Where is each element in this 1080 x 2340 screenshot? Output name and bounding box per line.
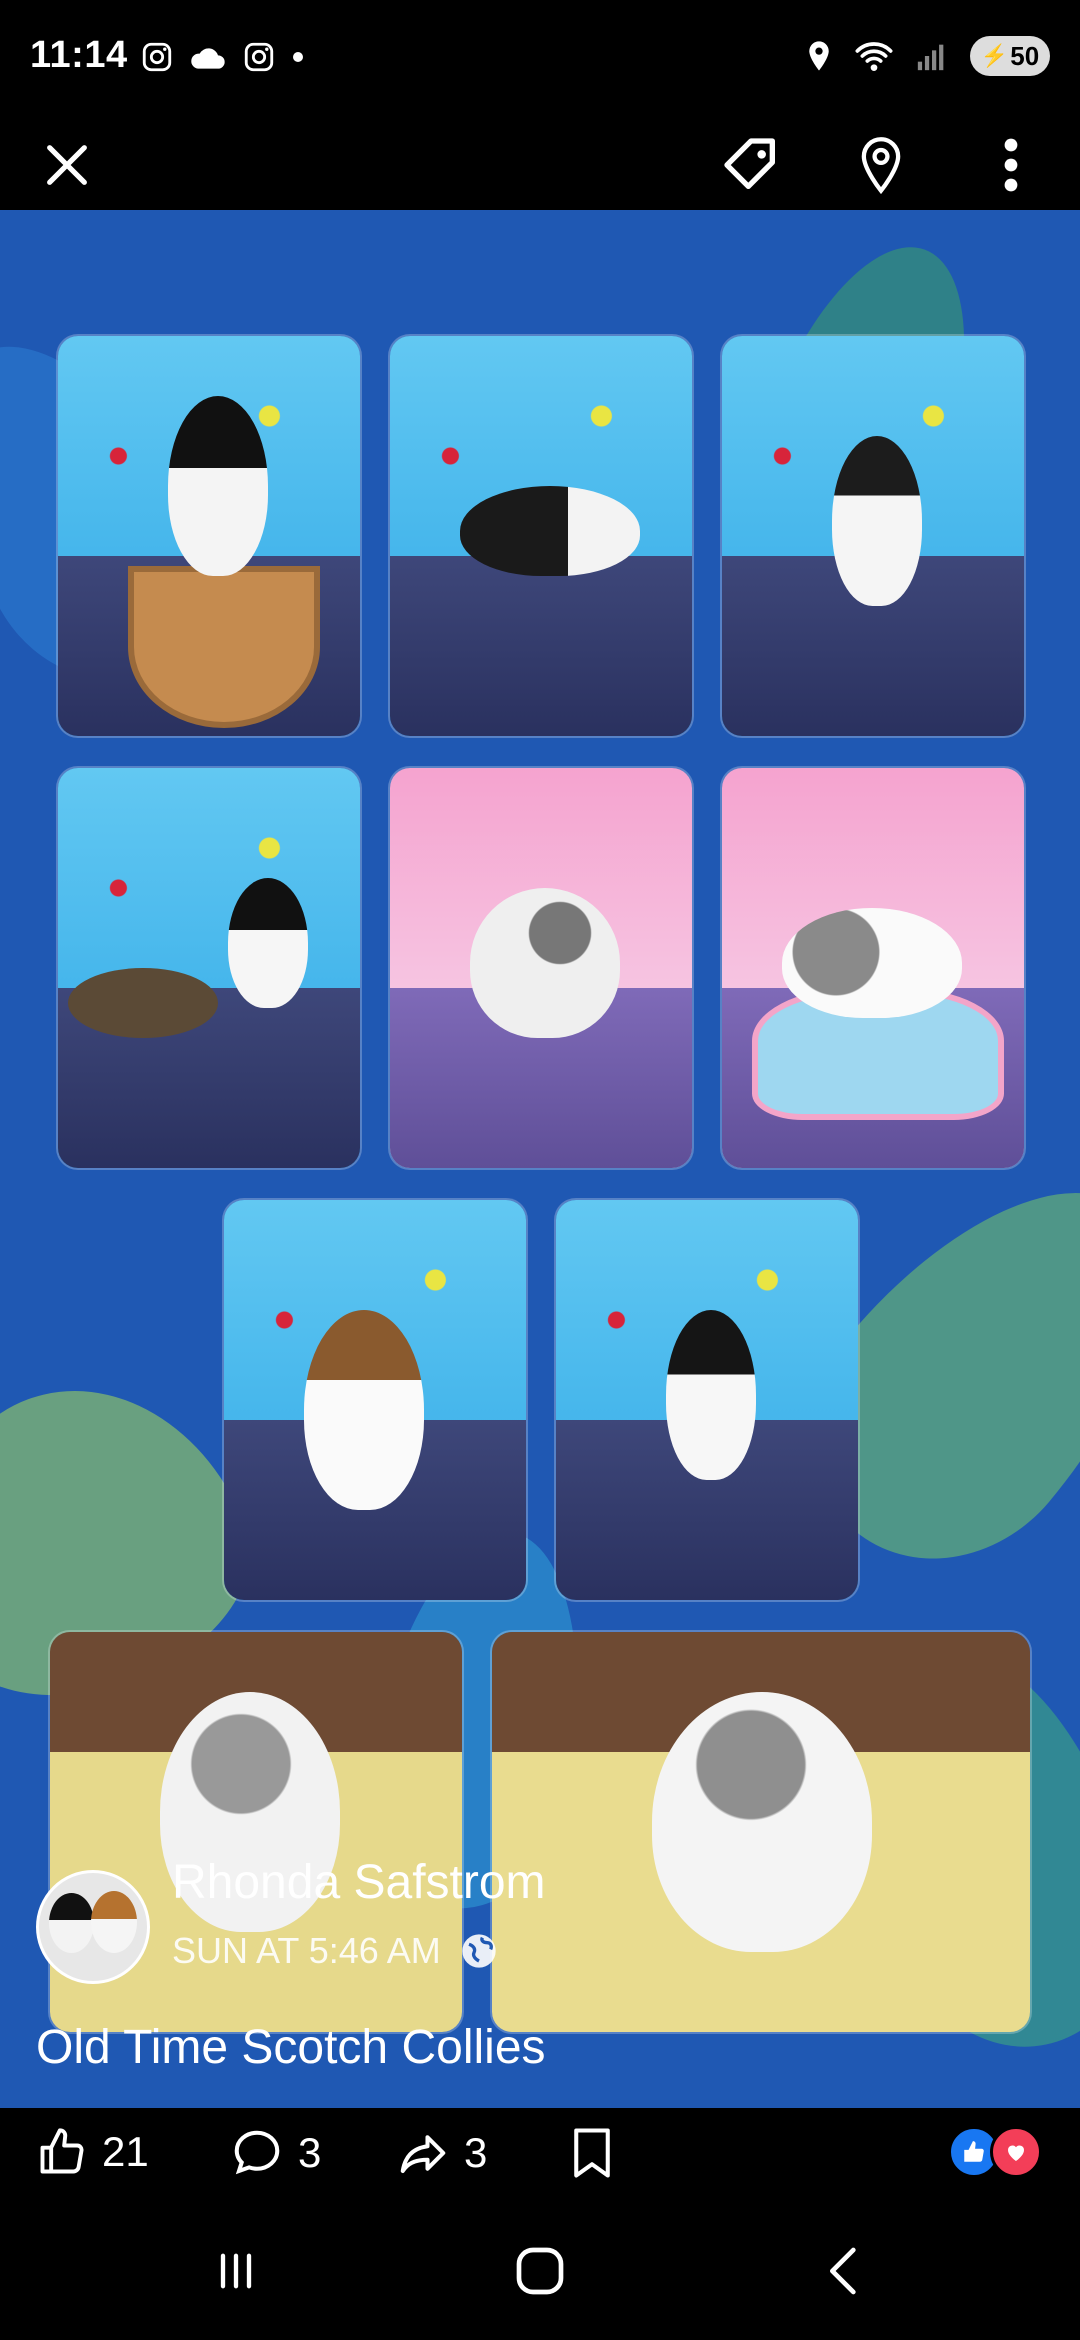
system-nav-bar [0,2198,1080,2340]
back-button[interactable] [804,2236,884,2306]
battery-icon: ⚡ 50 [970,36,1050,76]
globe-icon [462,1934,496,1968]
share-button[interactable]: 3 [396,2126,487,2180]
like-icon [40,2128,84,2174]
more-options-button[interactable] [976,130,1046,200]
dot-icon [293,52,303,62]
like-button[interactable]: 21 [36,2126,149,2178]
signal-icon [917,44,944,71]
puppy-photo-10 [492,1632,1030,2032]
cloud-icon [191,48,225,69]
post-caption: Old Time Scotch Collies [36,2021,546,2074]
like-count: 21 [102,2128,149,2175]
comment-icon [234,2130,280,2175]
love-reaction-icon [990,2126,1042,2178]
home-icon [516,2247,564,2295]
location-button[interactable] [846,130,916,200]
tag-icon [724,138,775,189]
reactions-summary[interactable] [948,2126,1042,2178]
avatar[interactable] [36,1870,150,1984]
puppy-photo-5 [390,768,692,1168]
share-icon [400,2135,446,2174]
post-photo[interactable] [0,210,1080,2130]
instagram-icon [142,42,172,72]
puppy-photo-4 [58,768,360,1168]
save-button[interactable] [568,2126,616,2180]
location-icon [809,41,829,71]
back-icon [829,2247,856,2295]
puppy-photo-6 [722,768,1024,1168]
recent-apps-button[interactable] [196,2236,276,2306]
post-meta: SUN AT 5:46 AM [172,1930,499,1972]
comment-button[interactable]: 3 [230,2126,321,2180]
status-time: 11:14 [30,34,128,76]
share-count: 3 [464,2129,488,2176]
puppy-photo-1 [58,336,360,736]
instagram-icon [244,42,274,72]
comment-count: 3 [298,2129,322,2176]
puppy-photo-3 [722,336,1024,736]
close-icon [47,145,87,185]
status-bar: 11:14 ⚡ 50 [0,0,1080,120]
post-timestamp[interactable]: SUN AT 5:46 AM [172,1930,441,1972]
viewer-top-bar [0,120,1080,210]
status-notifications [140,40,306,74]
puppy-photo-8 [556,1200,858,1600]
puppy-photo-7 [224,1200,526,1600]
home-button[interactable] [500,2236,580,2306]
more-vertical-icon [1004,138,1018,192]
bookmark-icon [574,2128,610,2178]
location-pin-icon [861,137,901,195]
post-actions-bar: 21 3 3 [0,2108,1080,2198]
author-name[interactable]: Rhonda Safstrom [172,1855,546,1910]
close-button[interactable] [32,130,102,200]
tag-button[interactable] [716,130,786,200]
wifi-icon [855,42,893,71]
battery-level: 50 [1010,40,1040,71]
puppy-photo-2 [390,336,692,736]
status-system-icons: ⚡ 50 [804,36,1050,76]
recent-apps-icon [220,2253,252,2289]
